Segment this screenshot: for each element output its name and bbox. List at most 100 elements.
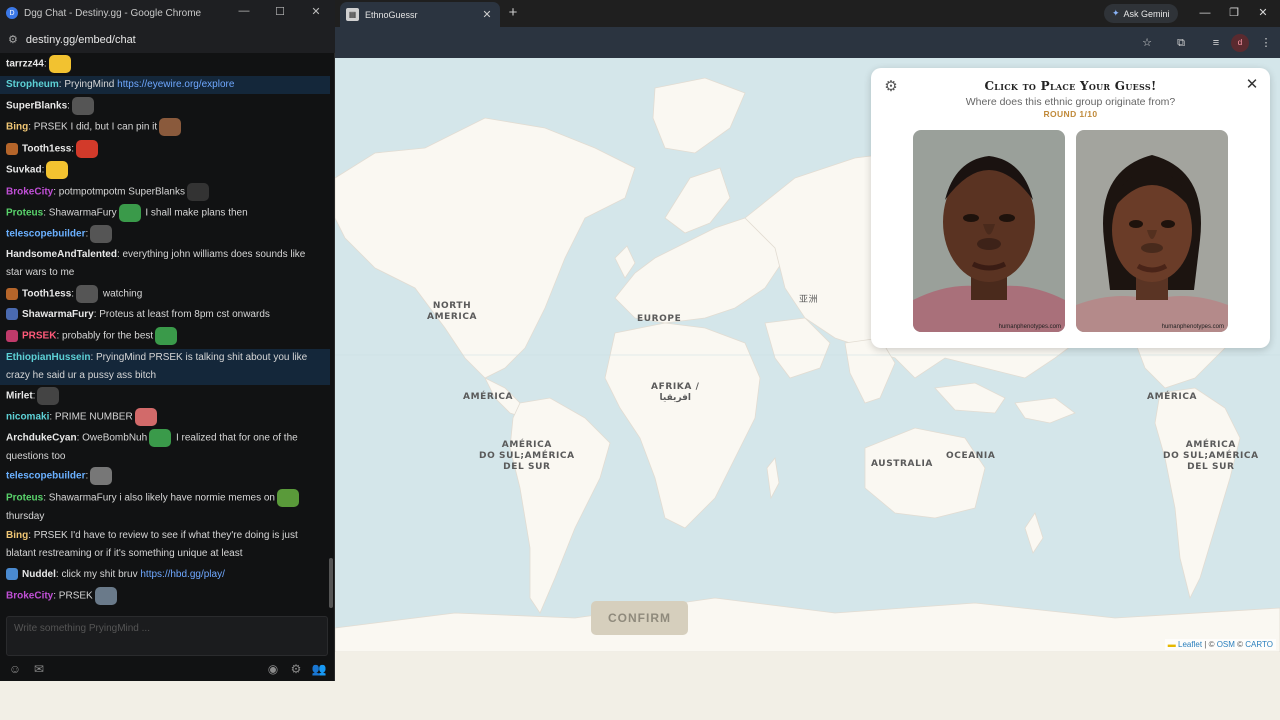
- chat-username[interactable]: SuperBlanks: [6, 101, 67, 112]
- chat-username[interactable]: EthiopianHussein: [6, 352, 90, 363]
- extensions-icon[interactable]: ⧉: [1172, 34, 1190, 52]
- chat-username[interactable]: Stropheum: [6, 79, 59, 90]
- chat-message[interactable]: Stropheum: PryingMind https://eyewire.or…: [0, 76, 330, 94]
- chat-username[interactable]: nicomaki: [6, 412, 49, 423]
- chat-message[interactable]: tarrzz44:: [0, 55, 330, 74]
- chat-emote-icon: [155, 327, 178, 345]
- chat-emote-icon: [134, 408, 157, 426]
- chat-scrollbar[interactable]: [329, 558, 333, 608]
- male-phenotype-image: humanphenotypes.com: [913, 130, 1065, 332]
- user-list-icon[interactable]: 👥: [311, 661, 327, 677]
- chat-username[interactable]: telescopebuilder: [6, 471, 85, 482]
- chat-message-list[interactable]: tarrzz44: Stropheum: PryingMind https://e…: [0, 53, 335, 612]
- chat-emote-icon: [186, 183, 209, 201]
- female-image-credit: humanphenotypes.com: [1161, 324, 1224, 330]
- chat-emote-icon: [37, 387, 60, 405]
- chat-close-icon[interactable]: ✕: [308, 5, 324, 18]
- chat-text: : potmpotmpotm SuperBlanks: [53, 186, 185, 198]
- bookmark-star-icon[interactable]: ☆: [1138, 34, 1156, 52]
- map-label-africa: AFRIKA / افريقيا: [651, 382, 700, 403]
- chat-settings-icon[interactable]: ⚙: [288, 661, 304, 677]
- chat-message[interactable]: BrokeCity: potmpotmpotm SuperBlanks: [0, 183, 330, 202]
- chat-username[interactable]: PRSEK: [22, 331, 56, 342]
- chat-message[interactable]: Tooth1ess:: [0, 140, 330, 159]
- media-queue-icon[interactable]: ≡: [1207, 34, 1225, 52]
- chat-username[interactable]: Tooth1ess: [22, 289, 71, 300]
- confirm-button[interactable]: CONFIRM: [591, 601, 688, 635]
- close-tab-icon[interactable]: ✕: [480, 8, 494, 21]
- site-info-icon[interactable]: ⚙: [8, 33, 18, 46]
- chat-input[interactable]: Write something PryingMind ...: [6, 616, 328, 656]
- chat-message[interactable]: PRSEK: probably for the best: [0, 327, 330, 346]
- chat-text: :: [85, 228, 89, 240]
- chat-username[interactable]: BrokeCity: [6, 187, 53, 198]
- chat-message[interactable]: ArchdukeCyan: OweBombNuh I realized that…: [0, 429, 330, 466]
- round-indicator: ROUND 1/10: [1043, 109, 1098, 119]
- chat-text: : click my shit bruv: [55, 569, 141, 580]
- chat-text: : ShawarmaFury i also likely have normie…: [43, 492, 275, 504]
- chat-message[interactable]: Bing: PRSEK I'd have to review to see if…: [0, 527, 330, 563]
- chat-window: D Dgg Chat - Destiny.gg - Google Chrome …: [0, 0, 335, 681]
- chat-message[interactable]: Mirlet:: [0, 387, 330, 406]
- carto-link[interactable]: CARTO: [1245, 640, 1273, 649]
- restore-icon[interactable]: ❐: [1224, 4, 1244, 22]
- chat-message[interactable]: Proteus: ShawarmaFury i also likely have…: [0, 489, 330, 526]
- chat-message[interactable]: BrokeCity: PRSEK: [0, 587, 330, 606]
- chat-link[interactable]: https://hbd.gg/play/: [140, 569, 225, 580]
- chat-message[interactable]: Tooth1ess: watching: [0, 285, 330, 304]
- chat-message[interactable]: telescopebuilder:: [0, 225, 330, 244]
- tab-ethnoguessr[interactable]: ▦ EthnoGuessr ✕: [340, 2, 500, 27]
- chat-emote-icon: [118, 204, 141, 222]
- chat-username[interactable]: Tooth1ess: [22, 144, 71, 155]
- watching-eye-icon[interactable]: ◉: [265, 661, 281, 677]
- chat-message[interactable]: nicomaki: PRIME NUMBER: [0, 408, 330, 427]
- chat-message[interactable]: Bing: PRSEK I did, but I can pin it: [0, 118, 330, 137]
- chat-text-continued: star wars to me: [6, 267, 75, 278]
- chat-username[interactable]: HandsomeAndTalented: [6, 249, 117, 260]
- chat-message[interactable]: Proteus: ShawarmaFury I shall make plans…: [0, 204, 330, 223]
- chat-username[interactable]: Proteus: [6, 208, 43, 219]
- chat-username[interactable]: ShawarmaFury: [22, 309, 94, 320]
- chat-username[interactable]: Suvkad: [6, 165, 42, 176]
- chrome-menu-icon[interactable]: ⋮: [1257, 34, 1275, 52]
- whispers-icon[interactable]: ✉: [31, 661, 47, 677]
- chat-message[interactable]: EthiopianHussein: PryingMind PRSEK is ta…: [0, 349, 330, 385]
- chat-username[interactable]: ArchdukeCyan: [6, 433, 77, 444]
- chat-text: : PryingMind: [58, 79, 118, 90]
- chat-username[interactable]: Bing: [6, 122, 28, 133]
- chat-username[interactable]: tarrzz44: [6, 59, 44, 70]
- user-flair-icon: [6, 330, 18, 342]
- chat-username[interactable]: telescopebuilder: [6, 229, 85, 240]
- chat-message[interactable]: Suvkad:: [0, 161, 330, 180]
- chat-username[interactable]: BrokeCity: [6, 591, 53, 602]
- chat-message[interactable]: SuperBlanks:: [0, 97, 330, 116]
- chat-message[interactable]: telescopebuilder:: [0, 467, 330, 486]
- chat-link[interactable]: https://eyewire.org/explore: [117, 79, 234, 90]
- chat-restore-icon[interactable]: ☐: [272, 5, 288, 18]
- tab-title: EthnoGuessr: [365, 9, 418, 20]
- chat-message[interactable]: HandsomeAndTalented: everything john wil…: [0, 246, 330, 282]
- chat-message[interactable]: ShawarmaFury: Proteus at least from 8pm …: [0, 306, 330, 324]
- chat-username[interactable]: Proteus: [6, 493, 43, 504]
- chat-username[interactable]: Bing: [6, 530, 28, 541]
- chat-url-bar[interactable]: ⚙ destiny.gg/embed/chat: [0, 26, 335, 53]
- chat-text: : PryingMind PRSEK is talking shit about…: [90, 352, 308, 363]
- chat-username[interactable]: Nuddel: [22, 569, 56, 580]
- ukraine-flag-icon: ▬: [1167, 640, 1176, 649]
- leaflet-link[interactable]: Leaflet: [1178, 640, 1202, 649]
- chat-minimize-icon[interactable]: —: [236, 5, 252, 17]
- map-label-europe: EUROPE: [637, 314, 682, 324]
- emote-picker-icon[interactable]: ☺: [7, 661, 23, 677]
- new-tab-button[interactable]: +: [505, 4, 521, 22]
- chat-text: : probably for the best: [56, 330, 154, 342]
- minimize-icon[interactable]: —: [1195, 4, 1215, 22]
- ask-gemini-button[interactable]: ✦ Ask Gemini: [1104, 4, 1178, 23]
- close-window-icon[interactable]: ✕: [1253, 4, 1273, 22]
- chat-text: : everything john williams does sounds l…: [116, 249, 306, 260]
- profile-avatar-icon[interactable]: d: [1231, 34, 1249, 52]
- osm-link[interactable]: OSM: [1217, 640, 1235, 649]
- chat-username[interactable]: Mirlet: [6, 391, 33, 402]
- chat-emote-icon: [48, 55, 71, 73]
- male-face-illustration: [913, 130, 1065, 332]
- chat-message[interactable]: Nuddel: click my shit bruv https://hbd.g…: [0, 566, 330, 584]
